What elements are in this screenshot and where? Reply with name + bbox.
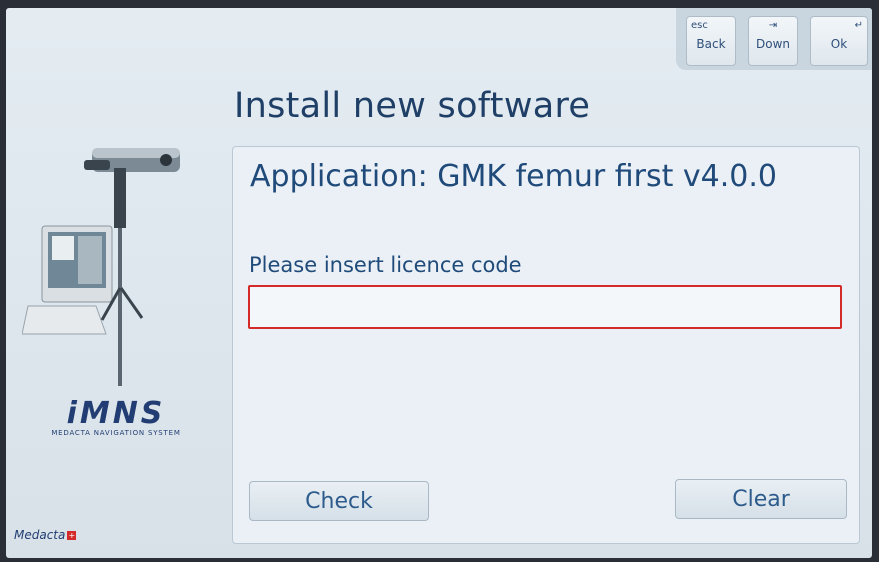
application-name: Application: GMK femur first v4.0.0	[250, 159, 777, 194]
enter-icon: ↵	[854, 20, 863, 31]
tab-icon: ⇥	[768, 20, 778, 31]
keyboard-shortcuts: esc Back ⇥ Down ↵ Ok	[676, 8, 872, 70]
medacta-logo-text: Medacta	[14, 528, 66, 542]
swiss-flag-icon: +	[67, 531, 77, 540]
screen: esc Back ⇥ Down ↵ Ok iMNS MEDACTA NAVIGA…	[6, 8, 872, 558]
ok-button[interactable]: ↵ Ok	[810, 16, 868, 66]
imns-logo-text: iMNS	[66, 396, 166, 431]
licence-code-input[interactable]	[248, 285, 842, 329]
back-button[interactable]: esc Back	[686, 16, 736, 66]
install-panel: Application: GMK femur first v4.0.0 Plea…	[232, 146, 860, 544]
check-button[interactable]: Check	[249, 481, 429, 521]
ok-label: Ok	[830, 37, 848, 51]
down-button[interactable]: ⇥ Down	[748, 16, 798, 66]
medacta-logo: Medacta +	[14, 528, 77, 542]
imns-tagline: MEDACTA NAVIGATION SYSTEM	[51, 429, 181, 437]
licence-code-label: Please insert licence code	[249, 253, 522, 277]
page-title: Install new software	[234, 86, 591, 126]
esc-hint: esc	[691, 20, 708, 31]
back-label: Back	[696, 37, 726, 51]
down-label: Down	[755, 37, 790, 51]
clear-button[interactable]: Clear	[675, 479, 847, 519]
imns-logo: iMNS MEDACTA NAVIGATION SYSTEM	[36, 396, 196, 437]
navigation-system-illustration	[21, 138, 192, 388]
